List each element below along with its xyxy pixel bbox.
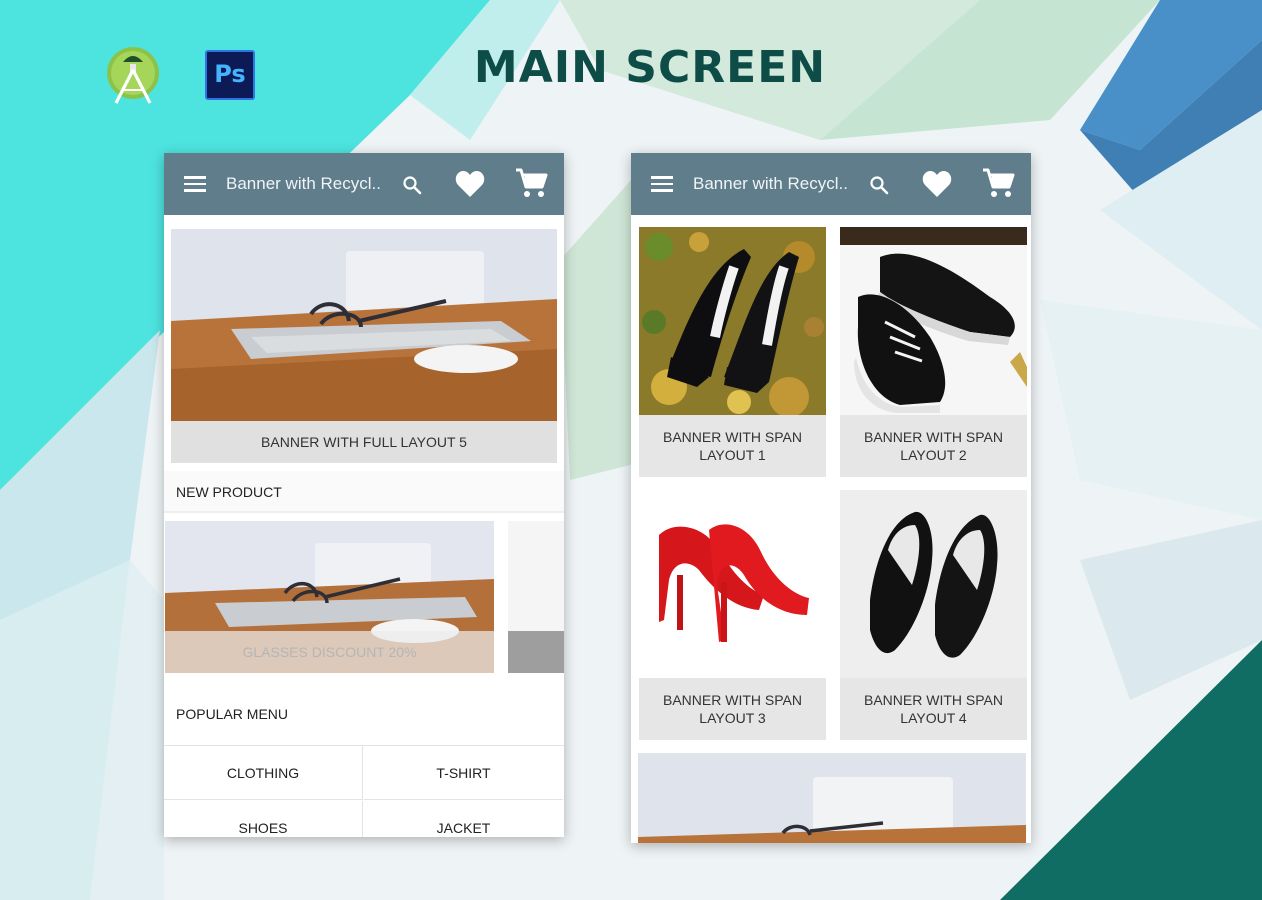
cart-icon[interactable] [514, 167, 548, 199]
product-caption: GLASSES DISCOUNT 20% [165, 631, 494, 673]
span-banner-card[interactable]: BANNER WITH SPAN LAYOUT 1 [639, 227, 826, 477]
span-banner-card[interactable]: BANNER WITH SPAN LAYOUT 2 [840, 227, 1027, 477]
search-icon[interactable] [869, 175, 889, 195]
span-card-caption: BANNER WITH SPAN LAYOUT 1 [663, 429, 802, 463]
search-icon[interactable] [402, 175, 422, 195]
menu-icon[interactable] [651, 176, 673, 192]
new-product-heading: NEW PRODUCT [164, 471, 564, 513]
desk-laptop-image [171, 229, 557, 421]
product-caption-strip [508, 631, 564, 673]
app-title: Banner with Recycl.. [693, 174, 848, 193]
menu-item-shoes[interactable]: SHOES [164, 801, 363, 837]
heart-icon[interactable] [921, 169, 953, 199]
menu-item-jacket[interactable]: JACKET [364, 801, 563, 837]
cart-icon[interactable] [981, 167, 1015, 199]
android-studio-icon [107, 47, 159, 104]
menu-icon[interactable] [184, 176, 206, 192]
span-card-caption: BANNER WITH SPAN LAYOUT 4 [864, 692, 1003, 726]
menu-item-t-shirt[interactable]: T-SHIRT [364, 746, 563, 800]
popular-menu-grid: CLOTHING T-SHIRT SHOES JACKET [164, 745, 564, 837]
black-heels-image [840, 490, 1027, 678]
left-phone-screen: Banner with Recycl.. BANNER WITH FULL LA… [164, 153, 564, 837]
span-banner-card[interactable]: BANNER WITH SPAN LAYOUT 4 [840, 490, 1027, 740]
product-card[interactable] [508, 521, 564, 673]
desk-laptop-banner-image[interactable] [638, 753, 1026, 843]
span-card-caption: BANNER WITH SPAN LAYOUT 2 [864, 429, 1003, 463]
product-card[interactable]: GLASSES DISCOUNT 20% [165, 521, 494, 673]
menu-item-clothing[interactable]: CLOTHING [164, 746, 363, 800]
heart-icon[interactable] [454, 169, 486, 199]
right-phone-screen: Banner with Recycl.. BANNER WITH SPAN LA… [631, 153, 1031, 843]
black-sneakers-image [840, 227, 1027, 415]
red-heels-image [639, 490, 826, 678]
span-banner-card[interactable]: BANNER WITH SPAN LAYOUT 3 [639, 490, 826, 740]
banner-caption: BANNER WITH FULL LAYOUT 5 [261, 434, 467, 450]
popular-menu-heading: POPULAR MENU [164, 683, 564, 745]
page-title: MAIN SCREEN [473, 42, 827, 93]
app-bar: Banner with Recycl.. [164, 153, 564, 215]
app-title: Banner with Recycl.. [226, 174, 381, 193]
black-heels-on-leaves-image [639, 227, 826, 415]
photoshop-icon: Ps [205, 50, 255, 100]
span-card-caption: BANNER WITH SPAN LAYOUT 3 [663, 692, 802, 726]
full-layout-banner[interactable]: BANNER WITH FULL LAYOUT 5 [171, 229, 557, 463]
app-bar: Banner with Recycl.. [631, 153, 1031, 215]
